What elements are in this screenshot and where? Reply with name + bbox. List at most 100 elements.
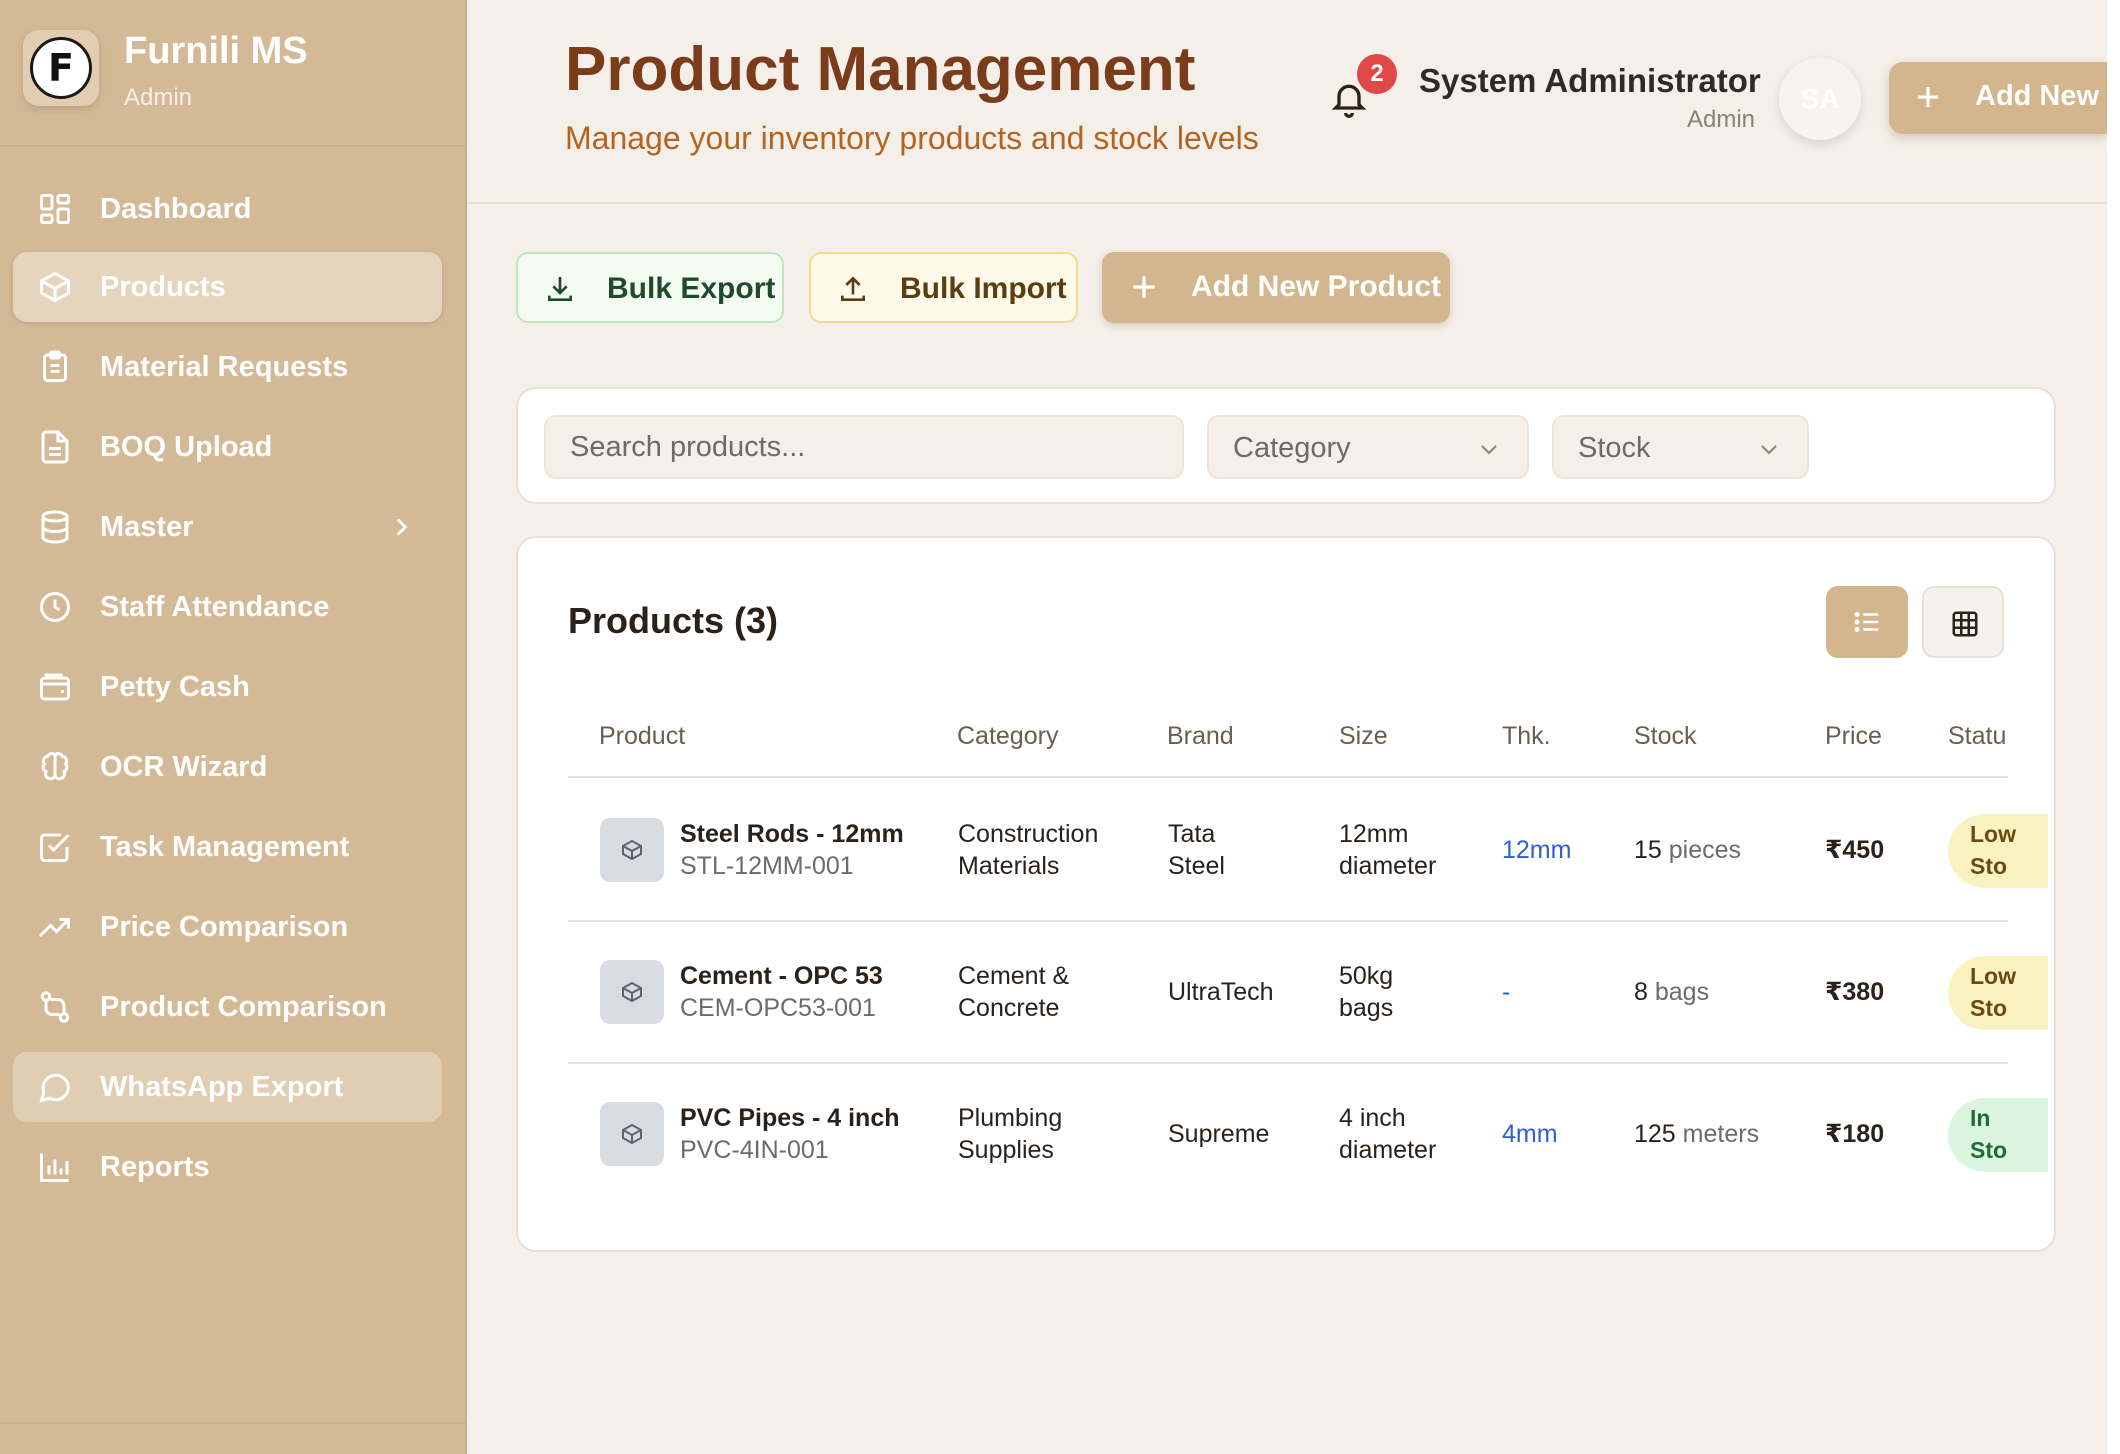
add-new-product-button[interactable]: Add New Product <box>1102 252 1450 323</box>
product-category: Construction Materials <box>958 820 1099 880</box>
product-stock: 8 bags <box>1634 978 1710 1006</box>
header-add-new-label: Add New <box>1975 80 2100 112</box>
product-category: Cement & Concrete <box>958 962 1070 1022</box>
window-edge <box>2107 0 2120 1454</box>
sidebar: F Furnili MS Admin Dashboard Products Ma… <box>0 0 467 1454</box>
logo-letter: F <box>30 37 92 99</box>
database-icon <box>41 510 69 544</box>
search-input[interactable] <box>544 415 1184 479</box>
column-header-thickness[interactable]: Thk. <box>1502 722 1551 751</box>
chat-bubble-icon <box>39 1073 71 1103</box>
user-role: Admin <box>1686 106 1755 133</box>
column-header-product[interactable]: Product <box>599 722 685 751</box>
brand-role: Admin <box>124 84 193 111</box>
sidebar-item-petty-cash[interactable]: Petty Cash <box>13 652 442 722</box>
column-header-stock[interactable]: Stock <box>1634 722 1697 751</box>
sidebar-item-material-requests[interactable]: Material Requests <box>13 332 442 402</box>
package-icon <box>622 1123 642 1145</box>
bulk-import-button[interactable]: Bulk Import <box>809 252 1078 323</box>
status-badge: In Sto <box>1948 1098 2048 1172</box>
sidebar-item-products[interactable]: Products <box>13 252 442 322</box>
product-stock: 15 pieces <box>1634 836 1742 864</box>
sidebar-item-label: Material Requests <box>100 351 349 383</box>
table-row[interactable]: Cement - OPC 53 CEM-OPC53-001 Cement & Co… <box>568 922 2048 1064</box>
sidebar-item-price-comparison[interactable]: Price Comparison <box>13 892 442 962</box>
wallet-icon <box>40 673 70 701</box>
sidebar-item-boq-upload[interactable]: BOQ Upload <box>13 412 442 482</box>
sidebar-item-product-comparison[interactable]: Product Comparison <box>13 972 442 1042</box>
clipboard-icon <box>43 350 67 382</box>
chevron-right-icon[interactable] <box>388 514 414 540</box>
product-thumbnail <box>600 818 664 882</box>
brain-icon <box>41 752 69 781</box>
sidebar-item-label: Task Management <box>100 831 350 863</box>
product-sku: CEM-OPC53-001 <box>680 994 876 1022</box>
header-add-new-button[interactable]: Add New <box>1889 62 2107 134</box>
column-header-status[interactable]: Statu <box>1948 722 2006 751</box>
column-header-size[interactable]: Size <box>1339 722 1388 751</box>
plus-icon <box>1918 87 1938 107</box>
product-thumbnail <box>600 960 664 1024</box>
sidebar-item-master[interactable]: Master <box>13 492 442 562</box>
brand-logo[interactable]: F <box>23 30 99 106</box>
download-icon <box>548 277 572 301</box>
avatar[interactable]: SA <box>1779 58 1861 140</box>
upload-icon <box>841 276 865 301</box>
bulk-export-button[interactable]: Bulk Export <box>516 252 784 323</box>
category-select[interactable]: Category <box>1207 415 1529 479</box>
sidebar-item-label: Staff Attendance <box>100 591 330 623</box>
sidebar-item-label: Price Comparison <box>100 911 349 943</box>
sidebar-item-label: Petty Cash <box>100 671 250 703</box>
compare-icon <box>40 991 70 1023</box>
sidebar-item-reports[interactable]: Reports <box>13 1132 442 1202</box>
table-header: Product Category Brand Size Thk. Stock P… <box>568 706 2008 778</box>
column-header-price[interactable]: Price <box>1825 722 1882 751</box>
sidebar-item-task-management[interactable]: Task Management <box>13 812 442 882</box>
package-icon <box>622 981 642 1003</box>
grid-view-button[interactable] <box>1922 586 2004 658</box>
sidebar-item-label: OCR Wizard <box>100 751 268 783</box>
product-name: Steel Rods - 12mm <box>680 820 904 848</box>
stock-select[interactable]: Stock <box>1552 415 1809 479</box>
filters-panel: Category Stock <box>516 387 2056 504</box>
sidebar-item-ocr-wizard[interactable]: OCR Wizard <box>13 732 442 802</box>
sidebar-item-whatsapp-export[interactable]: WhatsApp Export <box>13 1052 442 1122</box>
list-icon <box>1854 612 1879 632</box>
table-row[interactable]: Steel Rods - 12mm STL-12MM-001 Construct… <box>568 780 2048 922</box>
product-brand: Tata Steel <box>1168 820 1225 880</box>
product-brand: UltraTech <box>1168 978 1274 1006</box>
notification-badge: 2 <box>1357 54 1397 94</box>
sidebar-item-label: Reports <box>100 1151 210 1183</box>
list-view-button[interactable] <box>1826 586 1908 658</box>
sidebar-item-label: BOQ Upload <box>100 431 273 463</box>
product-name: Cement - OPC 53 <box>680 962 883 990</box>
table-row[interactable]: PVC Pipes - 4 inch PVC-4IN-001 Plumbing S… <box>568 1064 2048 1206</box>
status-badge: Low Sto <box>1948 814 2048 888</box>
add-new-product-label: Add New Product <box>1191 270 1442 303</box>
sidebar-item-staff-attendance[interactable]: Staff Attendance <box>13 572 442 642</box>
sidebar-item-label: Product Comparison <box>100 991 387 1023</box>
product-thickness: 12mm <box>1502 836 1572 864</box>
page-title: Product Management <box>565 35 1196 104</box>
bulk-import-label: Bulk Import <box>900 272 1067 305</box>
box-icon <box>40 271 70 303</box>
product-category: Plumbing Supplies <box>958 1104 1063 1164</box>
product-brand: Supreme <box>1168 1120 1270 1148</box>
products-card: Products (3) Product Category Brand Size… <box>516 536 2056 1252</box>
sidebar-item-label: Products <box>100 271 226 303</box>
sidebar-divider <box>0 1422 465 1424</box>
product-thickness: 4mm <box>1502 1120 1558 1148</box>
products-title: Products (3) <box>568 600 779 641</box>
product-thumbnail <box>600 1102 664 1166</box>
sidebar-item-dashboard[interactable]: Dashboard <box>13 174 442 244</box>
column-header-category[interactable]: Category <box>957 722 1058 751</box>
product-price: ₹450 <box>1825 836 1885 864</box>
bar-chart-icon <box>40 1153 69 1182</box>
clock-icon <box>40 592 70 622</box>
category-select-label: Category <box>1233 432 1351 464</box>
product-size: 4 inch diameter <box>1339 1104 1437 1164</box>
column-header-brand[interactable]: Brand <box>1167 722 1234 751</box>
grid-icon <box>1952 611 1978 637</box>
sidebar-item-label: WhatsApp Export <box>100 1071 344 1103</box>
page-header: Product Management Manage your inventory… <box>467 0 2107 204</box>
